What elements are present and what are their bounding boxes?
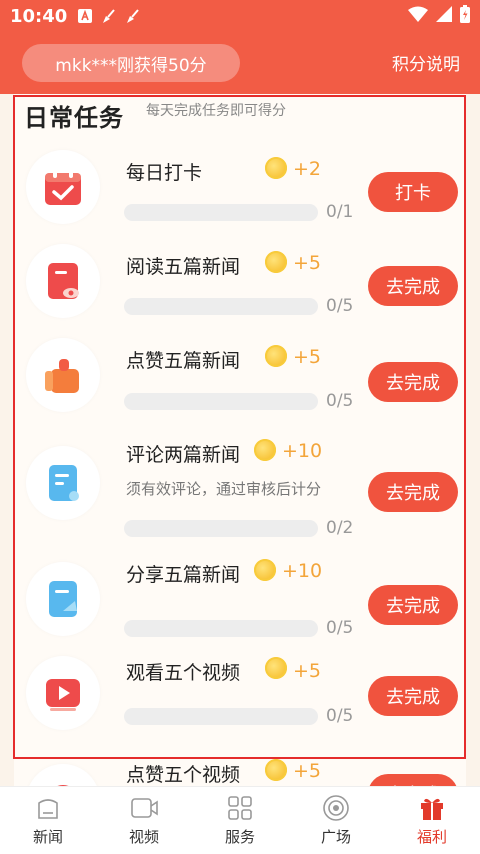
tab-welfare[interactable]: 福利: [384, 787, 480, 854]
complete-button[interactable]: 去完成: [368, 472, 458, 512]
gift-icon: [417, 794, 447, 822]
comment-doc-icon: [26, 446, 100, 520]
task-name: 观看五个视频: [126, 662, 241, 684]
complete-button[interactable]: 去完成: [368, 774, 458, 786]
task-row: 每日打卡 +2 0/1 打卡: [14, 144, 466, 238]
progress-count: 0/5: [326, 296, 354, 316]
task-row: 阅读五篇新闻 +5 0/5 去完成: [14, 238, 466, 332]
broom-icon: [101, 8, 117, 24]
tab-services[interactable]: 服务: [192, 787, 288, 854]
task-points: +5: [293, 346, 322, 368]
plaza-icon: [321, 794, 351, 822]
read-news-icon: [26, 244, 100, 318]
progress-bar: [124, 204, 318, 221]
tab-label: 福利: [416, 828, 447, 846]
coin-icon: [254, 559, 276, 581]
wifi-icon: [408, 6, 428, 26]
section-subtitle: 每天完成任务即可得分: [146, 103, 286, 119]
coin-icon: [265, 345, 287, 367]
header: mkk***刚获得50分 积分说明: [0, 32, 480, 94]
progress-bar: [124, 708, 318, 725]
points-rules-link[interactable]: 积分说明: [392, 50, 460, 75]
complete-button[interactable]: 去完成: [368, 585, 458, 625]
progress-bar: [124, 620, 318, 637]
task-points: +5: [293, 760, 322, 782]
progress-bar: [124, 298, 318, 315]
task-row: 观看五个视频 +5 0/5 去完成: [14, 642, 466, 752]
announcement-pill: mkk***刚获得50分: [22, 44, 240, 82]
battery-icon: [460, 5, 470, 27]
task-points: +5: [293, 252, 322, 274]
progress-bar: [124, 520, 318, 537]
progress-count: 0/5: [326, 618, 354, 638]
coin-icon: [254, 439, 276, 461]
bottom-tab-bar: 新闻 视频 服务 广场 福利: [0, 786, 480, 854]
status-bar: 10:40: [0, 0, 480, 32]
daily-tasks-card: 日常任务 每天完成任务即可得分 每日打卡 +2 0/1 打卡 阅读五篇新闻 +5…: [14, 94, 466, 786]
signal-icon: [436, 6, 452, 26]
daily-tasks-panel: 日常任务 每天完成任务即可得分 每日打卡 +2 0/1 打卡 阅读五篇新闻 +5…: [0, 94, 480, 786]
task-name: 阅读五篇新闻: [126, 256, 241, 278]
coin-icon: [265, 657, 287, 679]
video-icon: [129, 794, 159, 822]
section-title: 日常任务: [24, 104, 124, 132]
calendar-check-icon: [26, 150, 100, 224]
task-points: +10: [282, 560, 323, 582]
broom-icon: [125, 8, 141, 24]
task-points: +5: [293, 660, 322, 682]
tab-label: 新闻: [32, 828, 63, 846]
progress-count: 0/2: [326, 518, 354, 538]
task-name: 评论两篇新闻: [126, 444, 241, 466]
a-notification-icon: [77, 8, 93, 24]
tab-label: 视频: [128, 828, 159, 846]
tab-plaza[interactable]: 广场: [288, 787, 384, 854]
task-name: 点赞五个视频: [126, 764, 241, 786]
share-doc-icon: [26, 562, 100, 636]
task-name: 点赞五篇新闻: [126, 350, 241, 372]
coin-icon: [265, 759, 287, 781]
task-name: 分享五篇新闻: [126, 564, 241, 586]
complete-button[interactable]: 去完成: [368, 676, 458, 716]
progress-count: 0/1: [326, 202, 354, 222]
tab-label: 服务: [224, 828, 255, 846]
checkin-button[interactable]: 打卡: [368, 172, 458, 212]
video-like-icon: [26, 764, 100, 786]
tab-video[interactable]: 视频: [96, 787, 192, 854]
task-row: 分享五篇新闻 +10 0/5 去完成: [14, 546, 466, 642]
complete-button[interactable]: 去完成: [368, 362, 458, 402]
like-hand-icon: [26, 338, 100, 412]
task-row: 点赞五篇新闻 +5 0/5 去完成: [14, 332, 466, 426]
task-description: 须有效评论，通过审核后计分: [126, 480, 322, 498]
status-time: 10:40: [10, 5, 68, 27]
complete-button[interactable]: 去完成: [368, 266, 458, 306]
coin-icon: [265, 157, 287, 179]
progress-count: 0/5: [326, 706, 354, 726]
task-points: +10: [282, 440, 323, 462]
task-row: 评论两篇新闻 +10 须有效评论，通过审核后计分 0/2 去完成: [14, 426, 466, 546]
progress-bar: [124, 393, 318, 410]
video-play-icon: [26, 656, 100, 730]
tab-news[interactable]: 新闻: [0, 787, 96, 854]
news-icon: [33, 794, 63, 822]
task-row: 点赞五个视频 +5 去完成: [14, 754, 466, 786]
progress-count: 0/5: [326, 391, 354, 411]
tab-label: 广场: [320, 828, 351, 846]
coin-icon: [265, 251, 287, 273]
task-points: +2: [293, 158, 322, 180]
grid-icon: [225, 794, 255, 822]
task-name: 每日打卡: [126, 162, 203, 184]
